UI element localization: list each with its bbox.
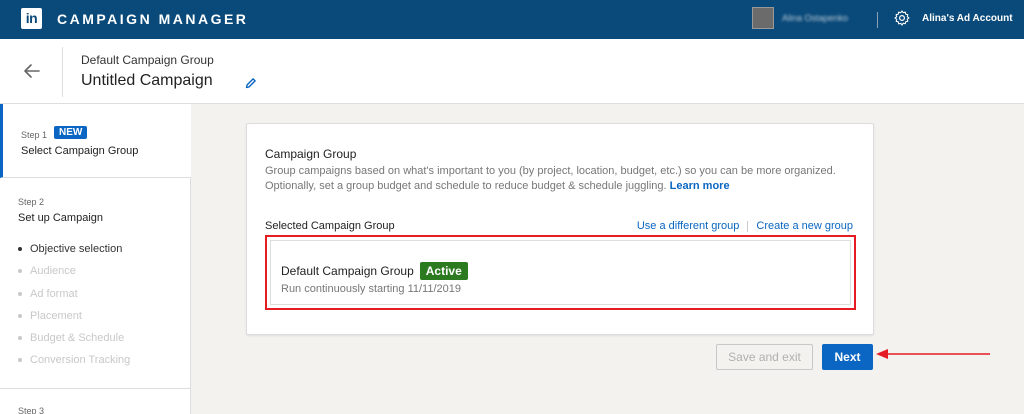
topbar-divider [877, 12, 878, 28]
description-text: Group campaigns based on what's importan… [265, 165, 836, 192]
steps-sidebar: Step 1 NEW Select Campaign Group Step 2 … [0, 104, 191, 414]
card-title: Campaign Group [265, 147, 357, 161]
substep-label: Ad format [30, 287, 78, 300]
step-3-label: Step 3 [18, 406, 45, 414]
create-new-group-link[interactable]: Create a new group [756, 220, 853, 232]
selected-group-name: Default Campaign Group [281, 264, 414, 278]
bullet-dot [18, 313, 22, 318]
selected-group-item[interactable]: Default Campaign Group Active Run contin… [270, 240, 851, 305]
account-name[interactable]: Alina's Ad Account [922, 13, 1013, 24]
substep-label: Conversion Tracking [30, 354, 131, 367]
step-2-title: Set up Campaign [18, 212, 103, 224]
gear-icon[interactable] [893, 9, 911, 27]
app-title: CAMPAIGN MANAGER [57, 11, 249, 27]
substep-budget-schedule: Budget & Schedule [18, 331, 130, 353]
save-and-exit-button[interactable]: Save and exit [716, 344, 813, 370]
substep-label: Objective selection [30, 243, 123, 255]
annotation-arrow [876, 349, 990, 359]
selected-group-schedule: Run continuously starting 11/11/2019 [281, 283, 461, 295]
substep-label: Audience [30, 265, 76, 278]
linkedin-logo[interactable]: in [21, 8, 42, 29]
next-button[interactable]: Next [822, 344, 873, 370]
bullet-dot [18, 291, 22, 296]
page-header: Default Campaign Group Untitled Campaign [0, 39, 1024, 104]
step-1-label: Step 1 [21, 130, 48, 140]
step-1-title: Select Campaign Group [21, 145, 139, 157]
card-description: Group campaigns based on what's importan… [265, 164, 863, 194]
campaign-group-card: Campaign Group Group campaigns based on … [246, 123, 874, 335]
link-divider [747, 220, 749, 232]
substep-ad-format: Ad format [18, 287, 130, 309]
campaign-group-name: Default Campaign Group [81, 53, 214, 67]
header-divider [62, 47, 63, 97]
use-different-group-link[interactable]: Use a different group [637, 220, 740, 232]
bullet-dot [18, 336, 22, 341]
substep-label: Budget & Schedule [30, 332, 125, 345]
selected-group-title: Default Campaign Group Active [281, 262, 468, 280]
learn-more-link[interactable]: Learn more [670, 180, 730, 192]
user-name[interactable]: Alina Ostapenko [782, 13, 848, 23]
selected-group-label: Selected Campaign Group [265, 220, 395, 232]
bullet-dot [18, 269, 22, 274]
selected-group-highlight: Default Campaign Group Active Run contin… [265, 235, 856, 310]
substep-placement: Placement [18, 309, 130, 331]
top-navigation-bar: in CAMPAIGN MANAGER Alina Ostapenko Alin… [0, 0, 1024, 39]
substep-objective-selection[interactable]: Objective selection [18, 242, 130, 264]
new-badge: NEW [54, 126, 88, 139]
substep-label: Placement [30, 309, 82, 322]
campaign-name: Untitled Campaign [81, 72, 213, 89]
step-2-label: Step 2 [18, 197, 45, 207]
step-1[interactable]: Step 1 NEW Select Campaign Group [0, 104, 191, 178]
bullet-dot [18, 247, 22, 251]
substep-conversion-tracking: Conversion Tracking [18, 353, 130, 375]
bullet-dot [18, 358, 22, 363]
sidebar-divider [0, 388, 191, 389]
group-actions: Use a different group Create a new group [637, 220, 853, 232]
status-badge: Active [419, 262, 468, 280]
substep-audience: Audience [18, 264, 130, 286]
back-arrow-icon[interactable] [22, 61, 42, 81]
pencil-icon[interactable] [245, 77, 257, 89]
step-2-substeps: Objective selection Audience Ad format P… [18, 242, 130, 376]
user-avatar[interactable] [752, 7, 774, 29]
